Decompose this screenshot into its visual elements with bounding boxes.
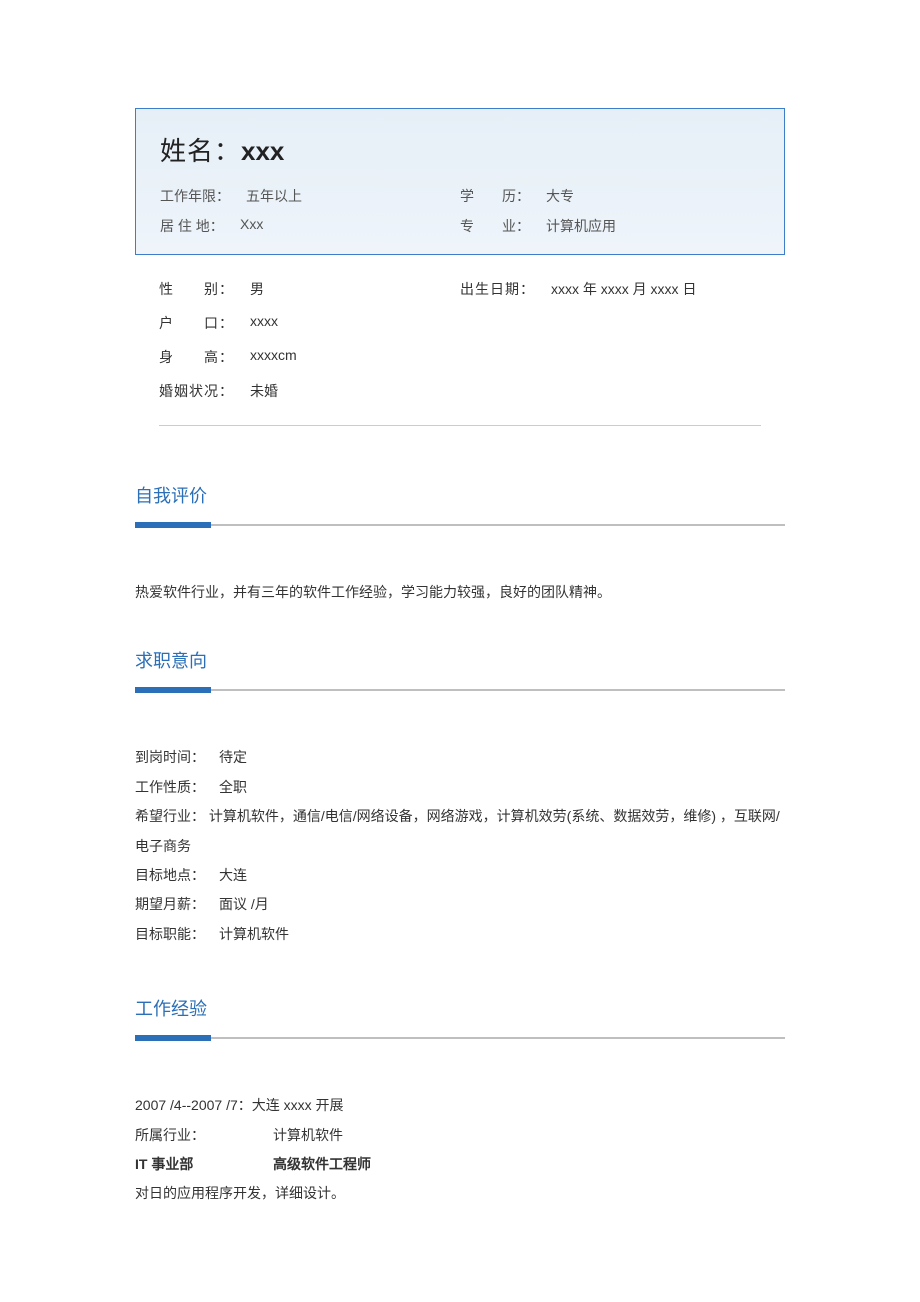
work-desc: 对日的应用程序开发，详细设计。 — [135, 1179, 785, 1208]
self-evaluation-section: 自我评价 热爱软件行业，并有三年的软件工作经验，学习能力较强，良好的团队精神。 — [135, 482, 785, 607]
resume-header-box: 姓名：xxx 工作年限： 五年以上 学 历： 大专 居 住 地： Xxx 专 业… — [135, 108, 785, 255]
work-experience-body: 2007 /4--2007 /7：大连 xxxx 开展 所属行业： 计算机软件 … — [135, 1091, 785, 1209]
job-intent-title: 求职意向 — [135, 647, 785, 673]
name-label: 姓名： — [160, 136, 241, 166]
hukou-value: xxxx — [250, 313, 278, 333]
birth-value: xxxx 年 xxxx 月 xxxx 日 — [551, 279, 696, 299]
section-rule — [135, 1035, 785, 1041]
self-evaluation-body: 热爱软件行业，并有三年的软件工作经验，学习能力较强，良好的团队精神。 — [135, 578, 785, 607]
work-years-row: 工作年限： 五年以上 — [160, 186, 460, 206]
sub-info-block: 性 别： 男 出生日期： xxxx 年 xxxx 月 xxxx 日 户 口： x… — [135, 255, 785, 426]
work-period-company: 2007 /4--2007 /7：大连 xxxx 开展 — [135, 1091, 785, 1120]
marital-value: 未婚 — [250, 381, 278, 401]
marital-row: 婚姻状况： 未婚 — [159, 381, 460, 401]
nature-value: 全职 — [219, 773, 247, 802]
location-value: 大连 — [219, 861, 247, 890]
residence-label: 居 住 地： — [160, 216, 224, 236]
nature-row: 工作性质： 全职 — [135, 773, 785, 802]
function-value: 计算机软件 — [219, 920, 289, 949]
location-row: 目标地点： 大连 — [135, 861, 785, 890]
section-rule — [135, 687, 785, 693]
work-industry-value: 计算机软件 — [273, 1121, 343, 1150]
nature-label: 工作性质： — [135, 773, 219, 802]
industry-label: 希望行业： — [135, 808, 205, 824]
self-evaluation-title: 自我评价 — [135, 482, 785, 508]
major-row: 专 业： 计算机应用 — [460, 216, 760, 236]
major-value: 计算机应用 — [546, 216, 616, 236]
height-value: xxxxcm — [250, 347, 297, 367]
name-value: xxx — [241, 136, 284, 166]
arrival-value: 待定 — [219, 743, 247, 772]
work-years-label: 工作年限： — [160, 186, 230, 206]
salary-label: 期望月薪： — [135, 890, 219, 919]
education-row: 学 历： 大专 — [460, 186, 760, 206]
location-label: 目标地点： — [135, 861, 219, 890]
work-dept-row: IT 事业部 高级软件工程师 — [135, 1150, 785, 1179]
hukou-label: 户 口： — [159, 313, 234, 333]
marital-label: 婚姻状况： — [159, 381, 234, 401]
function-row: 目标职能： 计算机软件 — [135, 920, 785, 949]
work-industry-row: 所属行业： 计算机软件 — [135, 1121, 785, 1150]
work-years-value: 五年以上 — [246, 186, 302, 206]
major-label: 专 业： — [460, 216, 530, 236]
education-label: 学 历： — [460, 186, 530, 206]
industry-row: 希望行业： 计算机软件，通信/电信/网络设备，网络游戏，计算机效劳(系统、数据效… — [135, 802, 785, 861]
gender-row: 性 别： 男 — [159, 279, 460, 299]
birth-row: 出生日期： xxxx 年 xxxx 月 xxxx 日 — [460, 279, 761, 299]
arrival-row: 到岗时间： 待定 — [135, 743, 785, 772]
residence-value: Xxx — [240, 216, 263, 236]
section-rule — [135, 522, 785, 528]
industry-value: 计算机软件，通信/电信/网络设备，网络游戏，计算机效劳(系统、数据效劳，维修) … — [135, 808, 780, 853]
work-position-value: 高级软件工程师 — [273, 1150, 371, 1179]
header-info-grid: 工作年限： 五年以上 学 历： 大专 居 住 地： Xxx 专 业： 计算机应用 — [160, 186, 760, 236]
function-label: 目标职能： — [135, 920, 219, 949]
education-value: 大专 — [546, 186, 574, 206]
work-experience-title: 工作经验 — [135, 995, 785, 1021]
height-label: 身 高： — [159, 347, 234, 367]
sub-info-divider — [159, 425, 761, 426]
job-intent-body: 到岗时间： 待定 工作性质： 全职 希望行业： 计算机软件，通信/电信/网络设备… — [135, 743, 785, 949]
gender-label: 性 别： — [159, 279, 234, 299]
salary-row: 期望月薪： 面议 /月 — [135, 890, 785, 919]
job-intent-section: 求职意向 到岗时间： 待定 工作性质： 全职 希望行业： 计算机软件，通信/电信… — [135, 647, 785, 949]
work-industry-label: 所属行业： — [135, 1121, 273, 1150]
work-dept-label: IT 事业部 — [135, 1150, 273, 1179]
hukou-row: 户 口： xxxx — [159, 313, 460, 333]
salary-value: 面议 /月 — [219, 890, 269, 919]
arrival-label: 到岗时间： — [135, 743, 219, 772]
gender-value: 男 — [250, 279, 264, 299]
height-row: 身 高： xxxxcm — [159, 347, 460, 367]
residence-row: 居 住 地： Xxx — [160, 216, 460, 236]
work-experience-section: 工作经验 2007 /4--2007 /7：大连 xxxx 开展 所属行业： 计… — [135, 995, 785, 1209]
birth-label: 出生日期： — [460, 279, 535, 299]
name-line: 姓名：xxx — [160, 131, 760, 168]
